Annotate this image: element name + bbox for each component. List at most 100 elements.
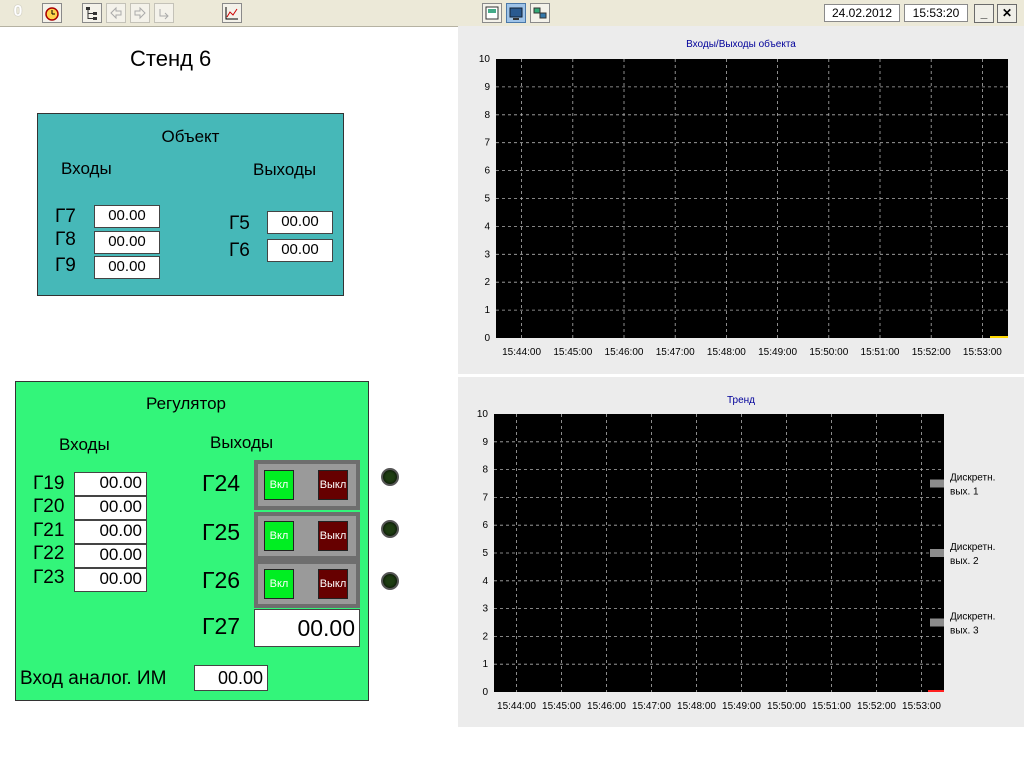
trend-icon[interactable]: [222, 3, 242, 23]
output-name-g5: Г5: [229, 213, 250, 234]
monitor-icon[interactable]: [506, 3, 526, 23]
x-tick-label: 15:50:00: [809, 347, 848, 358]
y-tick-label: 2: [482, 631, 488, 642]
off-button-g26[interactable]: Выкл: [318, 569, 348, 599]
x-tick-label: 15:46:00: [587, 701, 626, 712]
back-arrow-icon[interactable]: [106, 3, 126, 23]
on-button-g25[interactable]: Вкл: [264, 521, 294, 551]
minimize-button[interactable]: _: [974, 4, 994, 23]
x-tick-label: 15:51:00: [861, 347, 900, 358]
output-name-g27: Г27: [202, 613, 241, 639]
legend-marker: [930, 618, 944, 627]
y-tick-label: 7: [484, 138, 490, 149]
chart-trend: 0 1 2 3 4 5 6 7 8 9 10 15:44:00 15:45:00 15:46:00 15:4…: [477, 409, 996, 712]
chart-panel-trend: Тренд 0 1 2 3 4 5 6 7 8 9 10 15:44:00 15:45:00 15:46:…: [458, 377, 1024, 727]
input-name-g9: Г9: [55, 255, 76, 276]
x-tick-label: 15:48:00: [677, 701, 716, 712]
output-name-g25: Г25: [202, 519, 241, 545]
regulator-outputs-label: Выходы: [210, 433, 274, 452]
y-tick-label: 4: [484, 221, 490, 232]
y-tick-label: 6: [482, 520, 488, 531]
clock-icon[interactable]: [42, 3, 62, 23]
object-inputs-label: Входы: [61, 159, 112, 178]
x-tick-label: 15:46:00: [605, 347, 644, 358]
x-tick-label: 15:53:00: [963, 347, 1002, 358]
on-button-g24[interactable]: Вкл: [264, 470, 294, 500]
object-panel: Объект Входы Выходы Г7 00.00 Г8 00.00 Г9…: [37, 113, 344, 296]
output-value-g5: 00.00: [267, 211, 333, 234]
y-tick-label: 0: [482, 687, 488, 698]
off-button-g24[interactable]: Выкл: [318, 470, 348, 500]
legend-label: Дискретн.: [950, 542, 995, 553]
input-name-g20: Г20: [33, 496, 65, 517]
page-title: Стенд 6: [130, 46, 212, 71]
top-toolbar: 0 24.02.2012 15:53:20 _ ✕: [0, 0, 1024, 27]
input-name-g22: Г22: [33, 543, 65, 564]
output-name-g24: Г24: [202, 470, 241, 496]
y-tick-label: 6: [484, 166, 490, 177]
y-tick-label: 3: [484, 249, 490, 260]
y-tick-label: 2: [484, 277, 490, 288]
x-tick-label: 15:45:00: [553, 347, 592, 358]
regulator-title: Регулятор: [146, 394, 227, 413]
return-icon[interactable]: [154, 3, 174, 23]
y-tick-label: 9: [484, 82, 490, 93]
legend-marker: [930, 479, 944, 488]
object-title: Объект: [161, 127, 220, 146]
input-name-g21: Г21: [33, 520, 65, 541]
regulator-inputs-label: Входы: [59, 435, 110, 454]
tree-icon[interactable]: [82, 3, 102, 23]
button-group-g24: Вкл Выкл: [254, 460, 360, 510]
x-tick-label: 15:45:00: [542, 701, 581, 712]
screen-icon[interactable]: [482, 3, 502, 23]
y-tick-label: 7: [482, 492, 488, 503]
off-button-g25[interactable]: Выкл: [318, 521, 348, 551]
indicator-led-g25: [381, 520, 399, 538]
chart-object-io: 0 1 2 3 4 5 6 7 8 9 10 15:44:00 15:45:00 15:46:00 15:4…: [479, 54, 1008, 358]
input-name-g19: Г19: [33, 473, 65, 494]
object-outputs-label: Выходы: [253, 160, 317, 179]
legend-marker: [930, 549, 944, 557]
x-tick-label: 15:52:00: [912, 347, 951, 358]
chart-panel-object-io: Входы/Выходы объекта 0 1 2 3 4 5 6 7 8 9 10 15:44:0…: [458, 26, 1024, 374]
output-value-g27: 00.00: [254, 609, 360, 647]
regulator-panel: Регулятор Входы Выходы Г19 00.00 Г20 00.…: [15, 381, 369, 701]
y-tick-label: 9: [482, 437, 488, 448]
x-tick-label: 15:52:00: [857, 701, 896, 712]
legend-label: Дискретн.: [950, 473, 995, 484]
legend-label: Дискретн.: [950, 612, 995, 623]
indicator-led-g24: [381, 468, 399, 486]
output-value-g6: 00.00: [267, 239, 333, 262]
input-value-g19: 00.00: [74, 472, 147, 496]
input-name-g8: Г8: [55, 229, 76, 250]
y-tick-label: 4: [482, 576, 488, 587]
y-tick-label: 10: [477, 409, 489, 420]
x-tick-label: 15:49:00: [758, 347, 797, 358]
time-display: 15:53:20: [904, 4, 968, 22]
y-tick-label: 8: [484, 110, 490, 121]
close-button[interactable]: ✕: [997, 4, 1017, 23]
x-tick-label: 15:44:00: [502, 347, 541, 358]
x-tick-label: 15:51:00: [812, 701, 851, 712]
date-display: 24.02.2012: [824, 4, 900, 22]
counter-display: 0: [2, 3, 34, 23]
input-value-g9: 00.00: [94, 256, 160, 279]
y-tick-label: 1: [484, 305, 490, 316]
forward-arrow-icon[interactable]: [130, 3, 150, 23]
input-name-g7: Г7: [55, 206, 76, 227]
legend-label: вых. 1: [950, 487, 979, 498]
x-tick-label: 15:47:00: [632, 701, 671, 712]
input-value-g20: 00.00: [74, 496, 147, 520]
network-icon[interactable]: [530, 3, 550, 23]
x-tick-label: 15:49:00: [722, 701, 761, 712]
x-tick-label: 15:47:00: [656, 347, 695, 358]
y-tick-label: 1: [482, 659, 488, 670]
legend-label: вых. 2: [950, 556, 979, 567]
on-button-g26[interactable]: Вкл: [264, 569, 294, 599]
input-value-g22: 00.00: [74, 544, 147, 568]
y-tick-label: 5: [484, 194, 490, 205]
indicator-led-g26: [381, 572, 399, 590]
x-tick-label: 15:48:00: [707, 347, 746, 358]
y-tick-label: 5: [482, 548, 488, 559]
input-value-g23: 00.00: [74, 568, 147, 592]
